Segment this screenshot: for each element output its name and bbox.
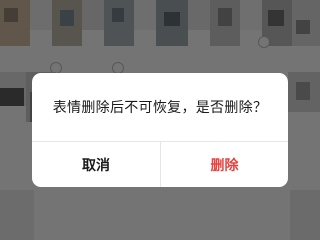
sticker-grid-background: 表情删除后不可恢复，是否删除？ 取消 删除 [0, 0, 320, 240]
delete-confirm-dialog: 表情删除后不可恢复，是否删除？ 取消 删除 [32, 73, 288, 187]
cancel-button[interactable]: 取消 [32, 142, 160, 187]
delete-button[interactable]: 删除 [161, 142, 288, 187]
dialog-message: 表情删除后不可恢复，是否删除？ [52, 100, 268, 116]
